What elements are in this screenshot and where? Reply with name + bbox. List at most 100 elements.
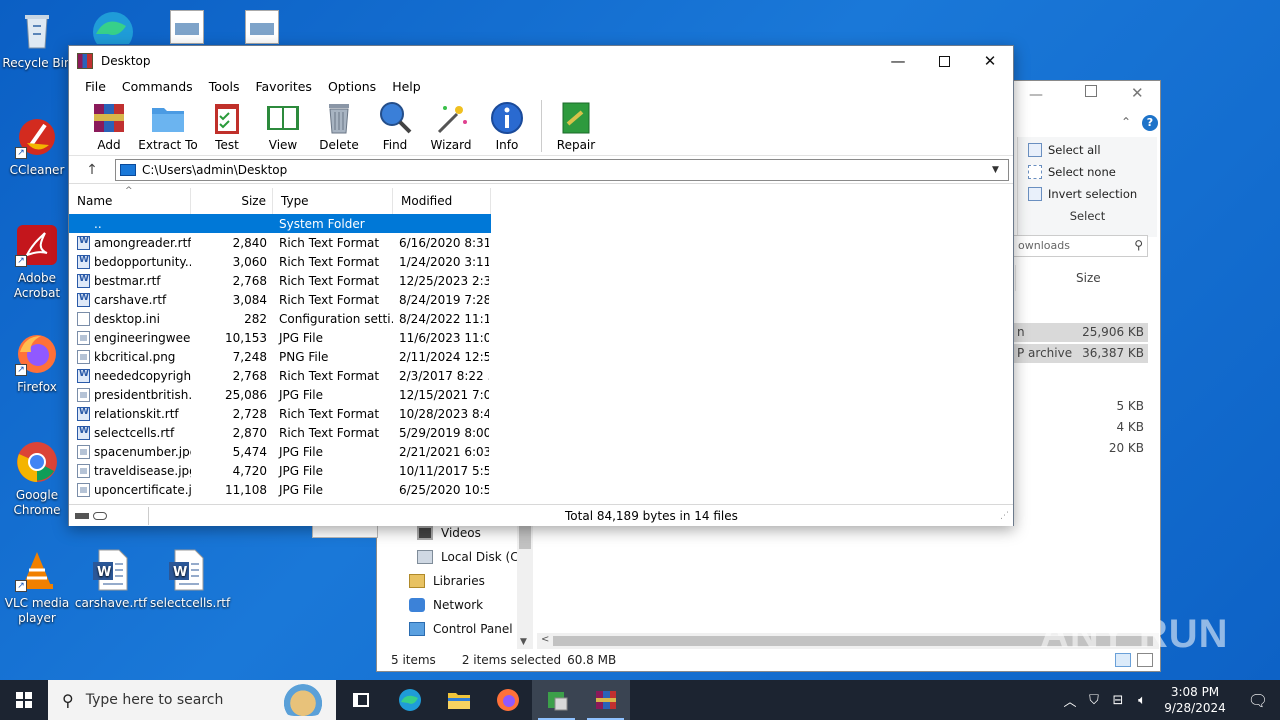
menu-favorites[interactable]: Favorites [247,79,319,94]
table-row[interactable]: carshave.rtf 3,084 Rich Text Format 8/24/20… [69,290,1013,309]
libraries-icon [409,574,425,588]
column-header-modified[interactable]: Modified [393,188,491,214]
file-name: engineeringwee... [94,330,191,345]
maximize-button[interactable] [1085,85,1097,97]
file-type: Rich Text Format [279,292,380,307]
table-row[interactable]: kbcritical.png 7,248 PNG File 2/11/2024 12:… [69,347,1013,366]
up-arrow-icon[interactable]: ↑ [69,162,115,178]
taskbar-edge[interactable] [385,680,434,720]
column-header-size[interactable]: Size [191,188,273,214]
volume-icon[interactable]: 🔈︎ [1130,693,1154,708]
taskbar-search-box[interactable]: ⚲ Type here to search [48,680,336,720]
notifications-icon[interactable]: 🗨︎ [1236,691,1280,710]
invert-selection-button[interactable]: Invert selection [1018,183,1157,205]
table-row[interactable]: spacenumber.jpg 5,474 JPG File 2/21/2021 6:… [69,442,1013,461]
clock[interactable]: 3:08 PM 9/28/2024 [1154,684,1236,716]
edge-desktop-icon[interactable] [88,4,138,52]
explorer-search-input[interactable]: ownloads ⚲ [1013,235,1148,257]
desktop-icon-recycle-bin[interactable]: Recycle Bin [0,8,74,71]
table-row[interactable]: engineeringwee... 10,153 JPG File 11/6/2023… [69,328,1013,347]
table-row[interactable]: bestmar.rtf 2,768 Rich Text Format 12/25/20… [69,271,1013,290]
nav-item-network[interactable]: Network [377,593,535,617]
taskbar-app-active[interactable] [532,680,581,720]
menu-tools[interactable]: Tools [201,79,248,94]
add-button[interactable]: Add [81,96,137,152]
desktop-icon-google-chrome[interactable]: Google Chrome [0,440,74,518]
table-row-parent-folder[interactable]: .. System Folder [69,214,491,233]
minimize-button[interactable]: — [1029,87,1043,103]
select-all-button[interactable]: Select all [1018,139,1157,161]
nav-scrollbar[interactable]: ▼ [517,521,533,649]
chevron-up-icon[interactable]: ︿ [1058,691,1082,710]
info-button[interactable]: Info [479,96,535,152]
file-size: 2,728 [232,406,267,421]
resize-grip-icon[interactable]: ⋰ [1000,511,1009,521]
task-view-icon [352,693,369,707]
find-button[interactable]: Find [367,96,423,152]
file-name: neededcopyrigh... [94,368,191,383]
column-header-type[interactable]: Type [273,188,393,214]
desktop-icon-vlc[interactable]: ↗ VLC media player [0,548,74,626]
table-row[interactable]: selectcells.rtf 2,870 Rich Text Format 5/29… [69,423,1013,442]
table-row[interactable]: amongreader.rtf 2,840 Rich Text Format 6/16… [69,233,1013,252]
menu-file[interactable]: File [77,79,114,94]
desktop-icon-ccleaner[interactable]: ↗ CCleaner [0,115,74,178]
table-row[interactable]: neededcopyrigh... 2,768 Rich Text Format 2/… [69,366,1013,385]
nav-item-local-disk[interactable]: Local Disk (C:) [377,545,535,569]
chevron-up-icon[interactable]: ⌃ [1121,115,1131,129]
ccleaner-icon: ↗ [15,115,59,159]
view-button[interactable]: View [255,96,311,152]
nav-item-control-panel[interactable]: Control Panel [377,617,535,641]
minimize-button[interactable]: — [875,46,921,76]
search-highlight-food-icon [278,684,328,716]
column-header-size[interactable]: Size [1015,265,1155,291]
start-button[interactable] [0,680,48,720]
settings-file-icon [77,311,90,326]
close-button[interactable]: ✕ [967,46,1013,76]
explorer-row[interactable]: 5 KB [1013,397,1148,416]
drive-icon[interactable] [75,512,89,519]
menu-commands[interactable]: Commands [114,79,201,94]
table-row[interactable]: presidentbritish.... 25,086 JPG File 12/15/… [69,385,1013,404]
desktop-icon-selectcells-rtf[interactable]: W selectcells.rtf [150,548,230,611]
desktop-icon-adobe-acrobat[interactable]: ↗ Adobe Acrobat [0,223,74,301]
defender-icon[interactable]: ⛉ [1082,693,1106,708]
task-view-button[interactable] [336,680,385,720]
repair-button[interactable]: Repair [548,96,604,152]
help-icon[interactable]: ? [1142,115,1158,131]
view-label: View [268,138,298,152]
wizard-button[interactable]: Wizard [423,96,479,152]
taskbar-file-explorer[interactable] [434,680,483,720]
network-icon[interactable]: ⊟ [1106,693,1130,708]
path-input[interactable]: C:\Users\admin\Desktop ▼ [115,158,1009,181]
explorer-row[interactable]: 4 KB [1013,418,1148,437]
close-button[interactable]: ✕ [1131,84,1144,102]
maximize-button[interactable] [921,46,967,76]
extract-to-button[interactable]: Extract To [137,96,199,152]
table-row[interactable]: bedopportunity.... 3,060 Rich Text Format 1… [69,252,1013,271]
select-none-button[interactable]: Select none [1018,161,1157,183]
key-icon[interactable] [93,511,107,520]
nav-item-libraries[interactable]: Libraries [377,569,535,593]
file-name-cell: neededcopyrigh... [69,368,191,383]
menu-options[interactable]: Options [320,79,384,94]
delete-button[interactable]: Delete [311,96,367,152]
column-header-name[interactable]: Name ^ [69,186,191,214]
table-row[interactable]: desktop.ini 282 Configuration setti... 8/24… [69,309,1013,328]
explorer-row[interactable]: n 25,906 KB [1013,323,1148,342]
table-row[interactable]: traveldisease.jpg 4,720 JPG File 10/11/2017… [69,461,1013,480]
desktop-icon-firefox[interactable]: ↗ Firefox [0,332,74,395]
table-row[interactable]: relationskit.rtf 2,728 Rich Text Format 10/… [69,404,1013,423]
taskbar-firefox[interactable] [483,680,532,720]
test-button[interactable]: Test [199,96,255,152]
table-row[interactable]: uponcertificate.j... 11,108 JPG File 6/25/2… [69,480,1013,499]
desktop-icon-carshave-rtf[interactable]: W carshave.rtf [74,548,148,611]
image-file-desktop-icon[interactable] [245,10,279,44]
folder-icon [77,216,90,231]
explorer-row[interactable]: 20 KB [1013,439,1148,458]
menu-help[interactable]: Help [384,79,429,94]
image-file-desktop-icon[interactable] [170,10,204,44]
chevron-down-icon[interactable]: ▼ [992,165,1008,175]
taskbar-winrar[interactable] [581,680,630,720]
explorer-row[interactable]: P archive 36,387 KB [1013,344,1148,363]
